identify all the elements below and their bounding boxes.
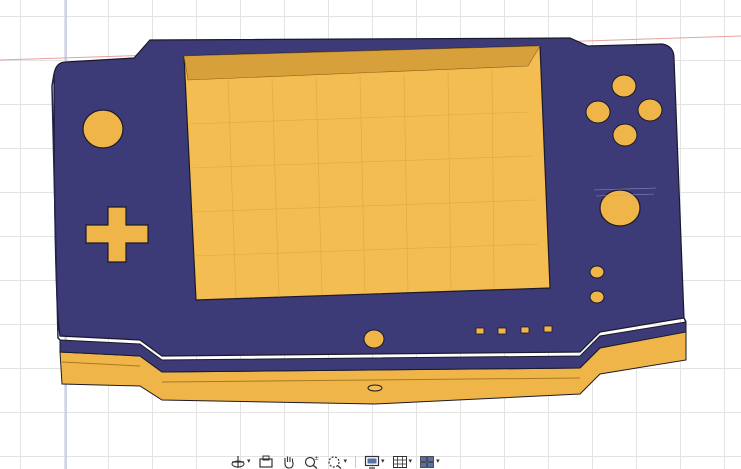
home-button-hole[interactable]	[363, 329, 385, 349]
led-slot[interactable]	[475, 327, 485, 335]
zoom-button[interactable]: ±	[302, 454, 322, 469]
grid-menu-caret[interactable]: ▾	[409, 458, 413, 465]
fit-zoom-icon	[327, 455, 341, 469]
viewports-icon	[420, 455, 434, 468]
orbit-button[interactable]: ▾	[228, 454, 253, 469]
navigation-toolbar: ▾ ± ▾ ▾ ▾ ▾	[228, 454, 480, 469]
led-slot[interactable]	[543, 325, 553, 333]
action-button-right-hole[interactable]	[637, 98, 663, 122]
led-slot[interactable]	[520, 326, 530, 334]
pan-button[interactable]	[279, 454, 299, 469]
screen-opening[interactable]	[183, 45, 551, 301]
gameboy-shell-model[interactable]	[0, 0, 741, 469]
fit-menu-caret[interactable]: ▾	[344, 458, 348, 465]
led-slot[interactable]	[497, 327, 507, 335]
fit-button[interactable]: ▾	[325, 454, 350, 469]
bottom-slot[interactable]	[367, 384, 383, 392]
select-button-hole[interactable]	[589, 290, 605, 304]
start-button-hole[interactable]	[589, 265, 605, 279]
left-round-hole[interactable]	[82, 109, 124, 149]
action-button-top-hole[interactable]	[611, 74, 637, 98]
action-button-left-hole[interactable]	[585, 100, 611, 124]
grid-icon	[392, 455, 407, 468]
zoom-icon: ±	[304, 455, 319, 469]
orbit-menu-caret[interactable]: ▾	[247, 458, 251, 465]
svg-text:±: ±	[314, 455, 319, 462]
display-icon	[364, 455, 380, 469]
grid-snaps-button[interactable]: ▾	[390, 454, 415, 469]
pan-hand-icon	[283, 456, 294, 469]
design-canvas[interactable]	[0, 0, 741, 469]
viewports-menu-caret[interactable]: ▾	[436, 458, 440, 465]
display-settings-button[interactable]: ▾	[362, 454, 387, 469]
action-button-bottom-hole[interactable]	[612, 123, 638, 147]
viewports-button[interactable]: ▾	[417, 454, 442, 469]
display-menu-caret[interactable]: ▾	[381, 458, 385, 465]
look-at-icon	[258, 455, 273, 468]
orbit-icon	[231, 455, 245, 468]
toolbar-separator	[355, 455, 357, 468]
look-at-button[interactable]	[256, 454, 276, 469]
